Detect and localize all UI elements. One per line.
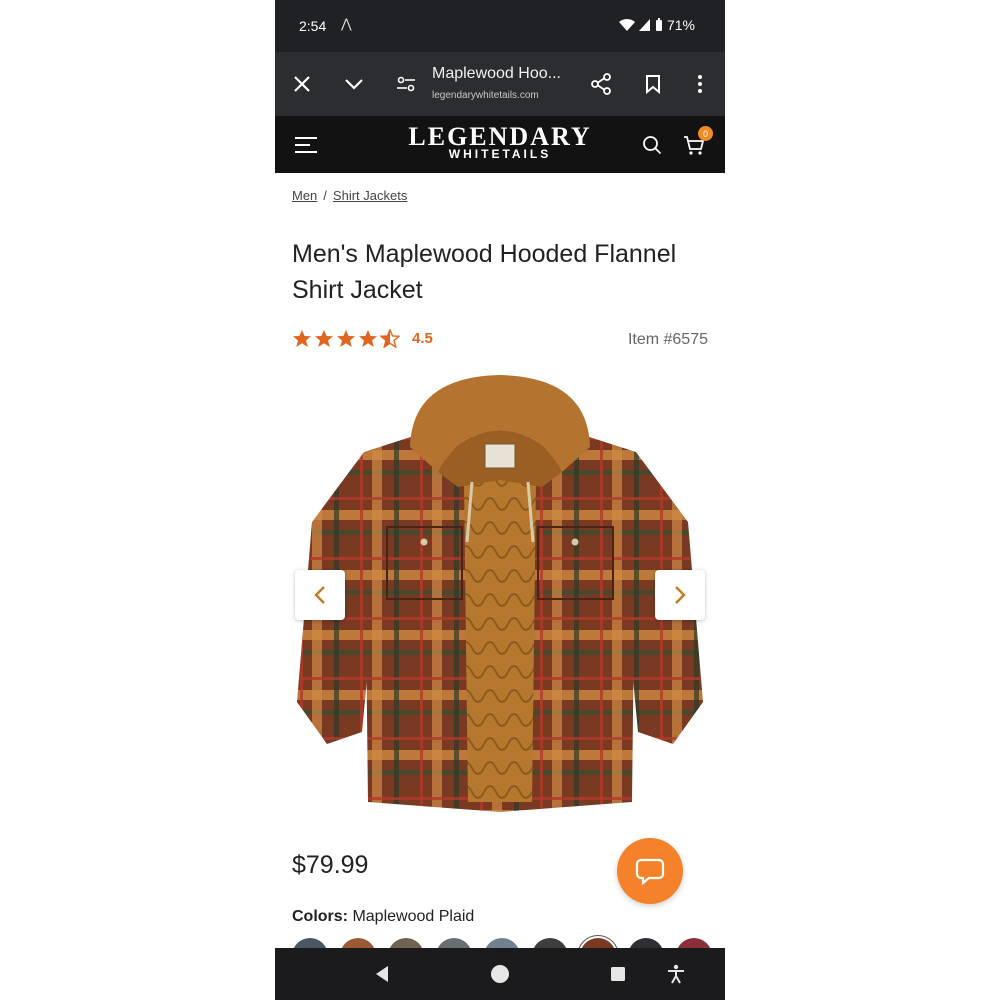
cart-count-badge: 0 xyxy=(698,126,713,141)
star-full-icon xyxy=(315,330,333,347)
accessibility-icon[interactable] xyxy=(665,963,687,985)
site-settings-icon[interactable] xyxy=(394,72,418,96)
product-title: Men's Maplewood Hooded Flannel Shirt Jac… xyxy=(292,240,677,304)
site-header: LEGENDARY WHITETAILS 0 xyxy=(275,116,725,173)
page-url[interactable]: legendarywhitetails.com xyxy=(432,90,539,101)
more-icon[interactable] xyxy=(688,72,712,96)
star-full-icon xyxy=(293,330,311,347)
bookmark-icon[interactable] xyxy=(641,72,665,96)
chevron-left-icon xyxy=(314,586,325,604)
notification-icon: ⋀ xyxy=(341,16,352,31)
chat-button[interactable] xyxy=(617,838,683,904)
status-indicators: 71% xyxy=(618,17,695,33)
star-full-icon xyxy=(359,330,377,347)
colors-label: Colors: xyxy=(292,908,348,925)
battery-level: 71% xyxy=(666,17,695,33)
close-icon[interactable] xyxy=(290,72,314,96)
signal-icon xyxy=(638,19,650,31)
wifi-icon xyxy=(618,18,635,31)
system-nav-bar xyxy=(275,948,725,1000)
breadcrumb-link-shirt-jackets[interactable]: Shirt Jackets xyxy=(333,188,407,203)
breadcrumb-separator: / xyxy=(323,188,327,203)
carousel-next-button[interactable] xyxy=(655,570,705,620)
chevron-down-icon[interactable] xyxy=(342,72,366,96)
item-number: Item #6575 xyxy=(627,331,708,348)
selected-color: Maplewood Plaid xyxy=(352,908,475,925)
recents-icon[interactable] xyxy=(607,963,629,985)
home-icon[interactable] xyxy=(489,963,511,985)
carousel-prev-button[interactable] xyxy=(295,570,345,620)
rating-value: 4.5 xyxy=(412,330,433,347)
chat-icon xyxy=(635,858,665,885)
phone-screen: 2:54 ⋀ 71% Maplewood Hoo... legendarywhi… xyxy=(275,0,725,1000)
breadcrumb-link-men[interactable]: Men xyxy=(292,188,317,203)
star-half-icon xyxy=(380,329,400,348)
battery-icon xyxy=(655,18,662,31)
search-icon[interactable] xyxy=(639,132,665,158)
breadcrumb: Men / Shirt Jackets xyxy=(292,188,407,203)
status-time: 2:54 xyxy=(299,18,327,34)
page-title[interactable]: Maplewood Hoo... xyxy=(432,65,561,83)
back-icon[interactable] xyxy=(371,963,393,985)
cart-icon[interactable]: 0 xyxy=(681,126,713,158)
star-full-icon xyxy=(337,330,355,347)
chevron-right-icon xyxy=(675,586,686,604)
share-icon[interactable] xyxy=(589,72,613,96)
color-selection: Colors: Maplewood Plaid xyxy=(292,908,474,926)
browser-toolbar: Maplewood Hoo... legendarywhitetails.com xyxy=(275,52,725,116)
status-bar: 2:54 ⋀ 71% xyxy=(275,0,725,52)
product-image[interactable] xyxy=(292,372,708,822)
product-rating[interactable]: 4.5 xyxy=(292,329,433,348)
product-price: $79.99 xyxy=(292,851,369,879)
